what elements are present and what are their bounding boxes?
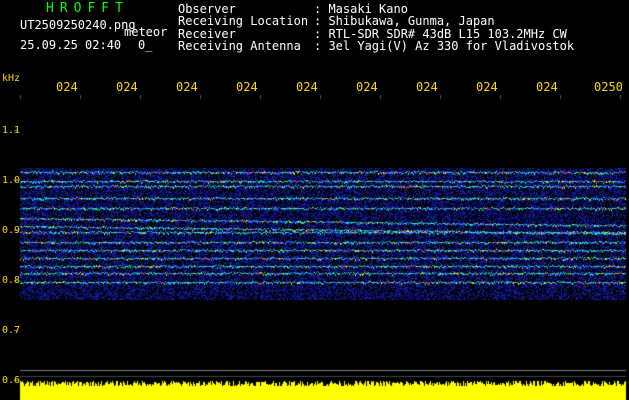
mode-tag: meteor — [124, 25, 168, 39]
x-tick-8: 024 — [476, 80, 498, 94]
date-time: 25.09.25 02:40 — [20, 38, 122, 52]
y-tick-4: 0.8 — [2, 275, 21, 286]
info-antenna: Receiving Antenna: 3el Yagi(V) Az 330 fo… — [178, 39, 575, 54]
y-tick-5: 0.7 — [2, 325, 21, 336]
x-tick-6: 024 — [356, 80, 378, 94]
y-tick-3: 0.9 — [2, 225, 21, 236]
spectrogram-plot — [0, 0, 629, 400]
file-name: UT2509250240.png — [20, 18, 136, 32]
x-tick-7: 024 — [416, 80, 438, 94]
x-tick-2: 024 — [116, 80, 138, 94]
y-tick-1: 1.1 — [2, 125, 21, 136]
status-flag: 0_ — [138, 38, 153, 52]
x-tick-4: 024 — [236, 80, 258, 94]
x-tick-5: 024 — [296, 80, 318, 94]
y-tick-6: 0.6 — [2, 375, 21, 386]
station-info: Observer: Masaki Kano Receiving Location… — [178, 3, 574, 53]
axis-unit-label: kHz — [2, 73, 21, 84]
app-title: HROFFT — [46, 1, 129, 16]
x-tick-1: 024 — [56, 80, 78, 94]
x-tick-10: 0250 — [594, 80, 623, 94]
x-tick-3: 024 — [176, 80, 198, 94]
y-tick-2: 1.0 — [2, 175, 21, 186]
x-tick-9: 024 — [536, 80, 558, 94]
